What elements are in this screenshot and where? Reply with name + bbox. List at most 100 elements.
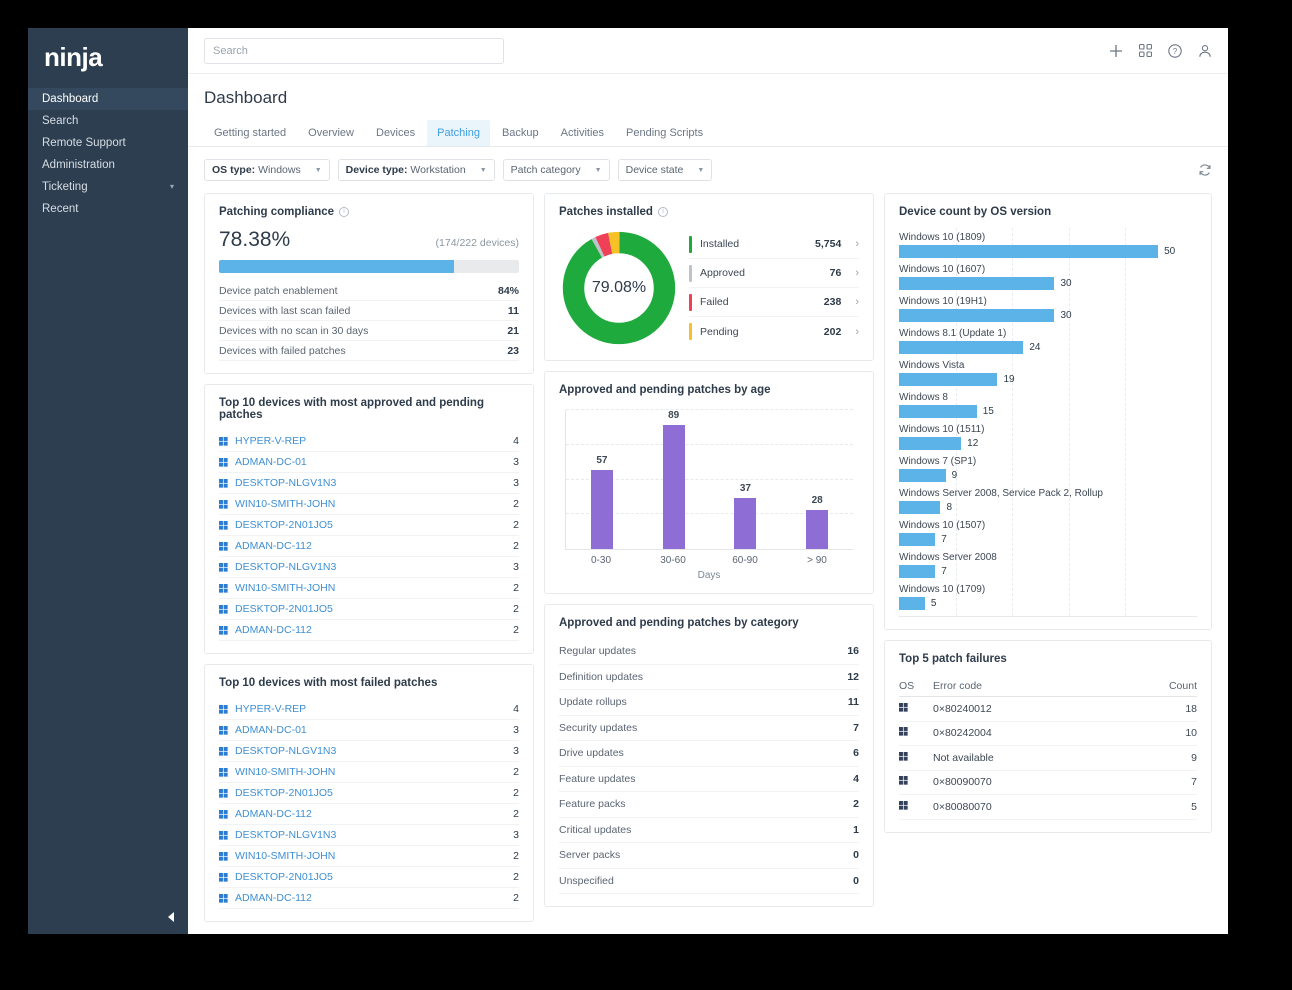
os-bar[interactable] (899, 469, 946, 482)
info-icon[interactable]: i (339, 207, 350, 217)
chevron-right-icon[interactable]: › (855, 267, 859, 279)
list-item[interactable]: WIN10-SMITH-JOHN 2 (219, 762, 519, 783)
tab-overview[interactable]: Overview (298, 120, 364, 146)
device-name[interactable]: DESKTOP-2N01JO5 (235, 787, 333, 799)
category-label: Definition updates (559, 670, 644, 683)
sidebar-item-administration[interactable]: Administration (28, 154, 188, 176)
os-bar[interactable] (899, 277, 1055, 290)
device-name[interactable]: WIN10-SMITH-JOHN (235, 850, 335, 862)
device-name[interactable]: DESKTOP-NLGV1N3 (235, 745, 336, 757)
os-bar[interactable] (899, 597, 925, 610)
tab-backup[interactable]: Backup (492, 120, 549, 146)
user-icon[interactable] (1198, 44, 1212, 58)
table-row[interactable]: 0×80080070 5 (899, 795, 1197, 820)
sidebar-item-dashboard[interactable]: Dashboard (28, 88, 188, 110)
filter-pill-0[interactable]: OS type: Windows ▼ (204, 159, 330, 181)
sidebar-item-recent[interactable]: Recent (28, 198, 188, 220)
category-label: Security updates (559, 721, 638, 734)
os-bar[interactable] (899, 565, 936, 578)
os-bar[interactable] (899, 405, 977, 418)
device-name[interactable]: WIN10-SMITH-JOHN (235, 582, 335, 594)
device-name[interactable]: WIN10-SMITH-JOHN (235, 498, 335, 510)
filter-pill-2[interactable]: Patch category ▼ (502, 159, 610, 181)
legend-row-approved[interactable]: Approved 76 › (689, 259, 859, 288)
refresh-icon[interactable] (1198, 163, 1212, 177)
device-name[interactable]: WIN10-SMITH-JOHN (235, 766, 335, 778)
device-name[interactable]: ADMAN-DC-112 (235, 540, 312, 552)
tab-bar: Getting started Overview Devices Patching Ba… (188, 120, 1228, 147)
os-bar[interactable] (899, 309, 1055, 322)
legend-swatch (689, 323, 692, 340)
list-item[interactable]: HYPER-V-REP 4 (219, 431, 519, 452)
table-row[interactable]: 0×80240012 18 (899, 697, 1197, 722)
list-item[interactable]: DESKTOP-NLGV1N3 3 (219, 825, 519, 846)
sidebar-collapse-button[interactable] (162, 908, 180, 926)
list-item[interactable]: ADMAN-DC-112 2 (219, 620, 519, 641)
list-item[interactable]: HYPER-V-REP 4 (219, 699, 519, 720)
tab-devices[interactable]: Devices (366, 120, 425, 146)
os-bar[interactable] (899, 341, 1024, 354)
tab-patching[interactable]: Patching (427, 120, 490, 146)
help-icon[interactable]: ? (1168, 43, 1182, 58)
list-item[interactable]: WIN10-SMITH-JOHN 2 (219, 846, 519, 867)
chevron-right-icon[interactable]: › (855, 238, 859, 250)
table-row[interactable]: 0×80242004 10 (899, 722, 1197, 746)
list-item[interactable]: ADMAN-DC-01 3 (219, 720, 519, 741)
list-item[interactable]: DESKTOP-NLGV1N3 3 (219, 557, 519, 578)
list-item[interactable]: DESKTOP-2N01JO5 2 (219, 867, 519, 888)
device-name[interactable]: DESKTOP-NLGV1N3 (235, 561, 336, 573)
legend-row-pending[interactable]: Pending 202 › (689, 317, 859, 346)
tab-pending-scripts[interactable]: Pending Scripts (616, 120, 713, 146)
os-bar[interactable] (899, 373, 998, 386)
list-item[interactable]: DESKTOP-NLGV1N3 3 (219, 741, 519, 762)
device-name[interactable]: HYPER-V-REP (235, 435, 306, 447)
plus-icon[interactable] (1109, 44, 1123, 58)
device-name[interactable]: ADMAN-DC-112 (235, 892, 312, 904)
bar[interactable]: 28 (806, 495, 829, 549)
device-name[interactable]: ADMAN-DC-01 (235, 724, 307, 736)
search-input[interactable] (204, 37, 504, 64)
device-name[interactable]: DESKTOP-2N01JO5 (235, 519, 333, 531)
os-bar[interactable] (899, 501, 941, 514)
info-icon[interactable]: i (657, 207, 668, 217)
chevron-right-icon[interactable]: › (855, 326, 859, 338)
device-name[interactable]: ADMAN-DC-01 (235, 456, 307, 468)
tab-activities[interactable]: Activities (551, 120, 614, 146)
filter-pill-3[interactable]: Device state ▼ (617, 159, 713, 181)
list-item[interactable]: DESKTOP-2N01JO5 2 (219, 783, 519, 804)
list-item[interactable]: WIN10-SMITH-JOHN 2 (219, 494, 519, 515)
legend-row-failed[interactable]: Failed 238 › (689, 288, 859, 317)
device-name[interactable]: HYPER-V-REP (235, 703, 306, 715)
os-bar[interactable] (899, 245, 1159, 258)
list-item[interactable]: DESKTOP-2N01JO5 2 (219, 515, 519, 536)
legend-row-installed[interactable]: Installed 5,754 › (689, 230, 859, 259)
list-item[interactable]: ADMAN-DC-112 2 (219, 536, 519, 557)
list-item[interactable]: DESKTOP-2N01JO5 2 (219, 599, 519, 620)
list-item[interactable]: ADMAN-DC-01 3 (219, 452, 519, 473)
bar[interactable]: 57 (590, 455, 613, 549)
table-row[interactable]: Not available 9 (899, 746, 1197, 771)
chevron-right-icon[interactable]: › (855, 296, 859, 308)
bar[interactable]: 89 (662, 410, 685, 549)
apps-grid-icon[interactable] (1139, 44, 1152, 57)
bar[interactable]: 37 (734, 483, 757, 549)
table-row[interactable]: 0×80090070 7 (899, 771, 1197, 795)
device-name[interactable]: DESKTOP-NLGV1N3 (235, 829, 336, 841)
sidebar-item-search[interactable]: Search (28, 110, 188, 132)
device-name[interactable]: ADMAN-DC-112 (235, 624, 312, 636)
filter-pill-1[interactable]: Device type: Workstation ▼ (337, 159, 495, 181)
os-bar[interactable] (899, 533, 936, 546)
sidebar-item-ticketing[interactable]: Ticketing ▾ (28, 176, 188, 198)
device-name[interactable]: DESKTOP-2N01JO5 (235, 603, 333, 615)
device-name[interactable]: ADMAN-DC-112 (235, 808, 312, 820)
list-item[interactable]: WIN10-SMITH-JOHN 2 (219, 578, 519, 599)
device-name[interactable]: DESKTOP-2N01JO5 (235, 871, 333, 883)
list-item[interactable]: ADMAN-DC-112 2 (219, 888, 519, 909)
os-label: Windows 10 (1809) (899, 232, 986, 243)
list-item[interactable]: DESKTOP-NLGV1N3 3 (219, 473, 519, 494)
sidebar-item-remote-support[interactable]: Remote Support (28, 132, 188, 154)
list-item[interactable]: ADMAN-DC-112 2 (219, 804, 519, 825)
device-name[interactable]: DESKTOP-NLGV1N3 (235, 477, 336, 489)
tab-getting-started[interactable]: Getting started (204, 120, 296, 146)
os-bar[interactable] (899, 437, 962, 450)
